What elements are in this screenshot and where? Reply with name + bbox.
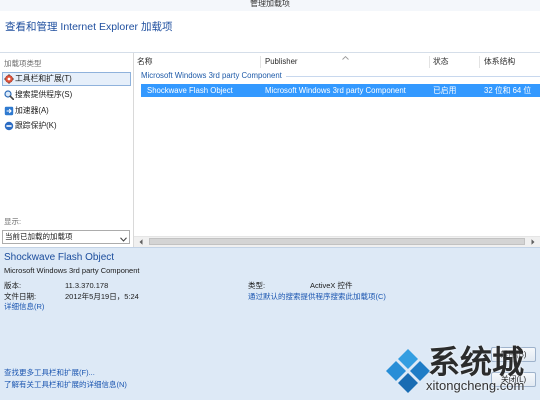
sidebar-item-label: 跟踪保护(K) — [15, 121, 57, 130]
addon-types-label: 加载项类型 — [4, 59, 42, 68]
row-status: 已启用 — [433, 85, 457, 95]
watermark: 系统城 xitongcheng.com — [386, 344, 540, 400]
tracking-protection-icon — [4, 121, 14, 131]
group-header-line — [285, 75, 540, 77]
sidebar-item-label: 加速器(A) — [15, 106, 49, 115]
row-name: Shockwave Flash Object — [147, 85, 233, 95]
file-date-value: 2012年5月19日，5:24 — [65, 292, 139, 301]
type-value: ActiveX 控件 — [310, 281, 353, 290]
xitongcheng-logo-icon — [386, 346, 430, 396]
accelerator-icon — [4, 106, 14, 116]
group-header: Microsoft Windows 3rd party Component — [141, 71, 540, 81]
watermark-url: xitongcheng.com — [426, 378, 525, 393]
column-header-architecture[interactable]: 体系结构 — [480, 56, 540, 68]
header: 查看和管理 Internet Explorer 加载项 — [0, 11, 540, 52]
addon-list[interactable]: 名称 Publisher 状态 体系结构 Microsoft Windows 3… — [134, 53, 540, 247]
learn-more-link[interactable]: 了解有关工具栏和扩展的详细信息(N) — [4, 380, 127, 390]
table-row[interactable]: Shockwave Flash Object Microsoft Windows… — [141, 84, 540, 97]
scrollbar-thumb[interactable] — [149, 238, 525, 245]
sidebar-item-label: 工具栏和扩展(T) — [15, 74, 72, 83]
type-label: 类型: — [248, 281, 266, 290]
horizontal-scrollbar[interactable] — [134, 236, 540, 247]
find-more-link[interactable]: 查找更多工具栏和扩展(F)... — [4, 368, 95, 378]
sidebar-item-toolbars-extensions[interactable]: 工具栏和扩展(T) — [2, 72, 131, 86]
sidebar-item-tracking-protection[interactable]: 跟踪保护(K) — [2, 119, 131, 133]
chevron-right-icon — [531, 239, 535, 245]
sort-ascending-icon — [342, 53, 349, 60]
show-label: 显示: — [4, 217, 22, 226]
show-select-value: 当前已加载的加载项 — [5, 232, 73, 241]
version-label: 版本: — [4, 281, 22, 290]
more-info-link[interactable]: 详细信息(R) — [4, 302, 44, 312]
sidebar-item-accelerators[interactable]: 加速器(A) — [2, 104, 131, 118]
details-publisher: Microsoft Windows 3rd party Component — [4, 266, 140, 275]
scroll-left-button[interactable] — [134, 237, 148, 247]
row-publisher: Microsoft Windows 3rd party Component — [265, 85, 406, 95]
column-header-name[interactable]: 名称 — [134, 56, 261, 68]
group-header-name: Microsoft Windows 3rd party Component — [141, 71, 282, 80]
file-date-label: 文件日期: — [4, 292, 37, 301]
search-icon — [4, 90, 15, 101]
column-header-status[interactable]: 状态 — [430, 56, 480, 68]
sidebar: 加载项类型 工具栏和扩展(T) 搜索提供程序(S) 加速器(A) 跟踪保护(K)… — [0, 53, 133, 247]
scroll-right-button[interactable] — [526, 237, 540, 247]
search-addon-link[interactable]: 通过默认的搜索提供程序搜索此加载项(C) — [248, 292, 386, 302]
show-select[interactable]: 当前已加载的加载项 — [2, 230, 130, 244]
row-architecture: 32 位和 64 位 — [484, 85, 532, 95]
title-bar[interactable]: 管理加载项 — [0, 0, 540, 11]
chevron-left-icon — [139, 239, 143, 245]
version-value: 11.3.370.178 — [65, 281, 109, 290]
toolbar-extension-icon — [4, 74, 14, 84]
sidebar-item-search-providers[interactable]: 搜索提供程序(S) — [2, 88, 131, 102]
page-title: 查看和管理 Internet Explorer 加载项 — [5, 21, 173, 33]
sidebar-item-label: 搜索提供程序(S) — [15, 90, 73, 99]
chevron-down-icon — [120, 235, 127, 242]
details-addon-name: Shockwave Flash Object — [4, 252, 115, 263]
window-title: 管理加载项 — [250, 0, 290, 8]
watermark-brand: 系统城 — [428, 344, 525, 380]
